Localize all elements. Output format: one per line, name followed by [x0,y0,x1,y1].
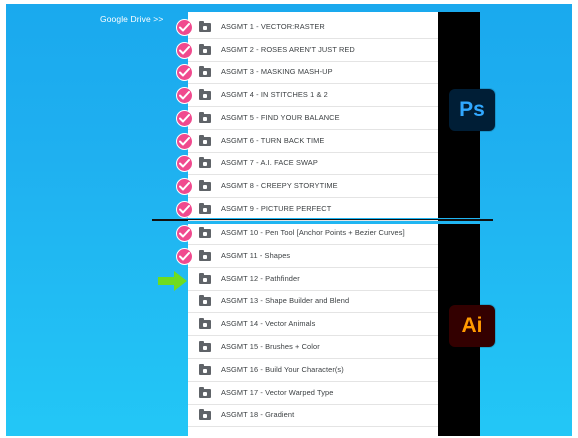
folder-row[interactable]: ASGMT 12 - Pathfinder [188,269,438,291]
folder-row[interactable]: ASGMT 11 - Shapes [188,246,438,268]
folder-row[interactable]: ASGMT 18 - Gradient [188,405,438,428]
folder-row[interactable]: ASGMT 4 - IN STITCHES 1 & 2 [188,85,438,108]
folder-row[interactable]: ASGMT 16 - Build Your Character(s) [188,360,438,382]
shared-folder-icon [199,179,211,191]
folder-row[interactable]: ASGMT 2 - ROSES AREN'T JUST RED [188,40,438,62]
folder-row[interactable]: ASGMT 9 - PICTURE PERFECT [188,199,438,221]
check-icon [176,109,193,127]
folder-name: ASGMT 10 - Pen Tool [Anchor Points + Bez… [221,228,405,237]
folder-row[interactable]: ASGMT 1 - VECTOR:RASTER [188,17,438,39]
shared-folder-icon [199,272,211,284]
folder-name: ASGMT 7 - A.I. FACE SWAP [221,158,318,168]
shared-folder-icon [199,363,211,375]
folder-row[interactable]: ASGMT 5 - FIND YOUR BALANCE [188,108,438,130]
folder-name: ASGMT 9 - PICTURE PERFECT [221,203,332,213]
shared-folder-icon [199,66,211,78]
check-icon [176,87,193,105]
folder-name: ASGMT 14 - Vector Animals [221,319,316,329]
check-icon [176,41,193,59]
shared-folder-icon [199,134,211,146]
check-icon [176,225,193,242]
shared-folder-icon [199,295,211,307]
check-icon [176,132,193,150]
folder-name: ASGMT 3 - MASKING MASH-UP [221,67,333,77]
folder-name: ASGMT 4 - IN STITCHES 1 & 2 [221,90,328,100]
folder-row[interactable]: ASGMT 14 - Vector Animals [188,314,438,337]
folder-row[interactable]: ASGMT 8 - CREEPY STORYTIME [188,176,438,198]
folder-row[interactable]: ASGMT 10 - Pen Tool [Anchor Points + Bez… [188,223,438,245]
folder-name: ASGMT 15 - Brushes + Color [221,342,320,351]
folder-row[interactable]: ASGMT 13 - Shape Builder and Blend [188,291,438,314]
folder-row[interactable]: ASGMT 17 - Vector Warped Type [188,383,438,405]
folder-name: ASGMT 1 - VECTOR:RASTER [221,22,325,31]
folder-name: ASGMT 16 - Build Your Character(s) [221,364,344,374]
shared-folder-icon [199,386,211,398]
check-icon [176,177,193,195]
shared-folder-icon [199,43,211,55]
folder-name: ASGMT 8 - CREEPY STORYTIME [221,180,338,190]
folder-name: ASGMT 12 - Pathfinder [221,273,300,283]
check-icon [176,200,193,218]
folder-row[interactable]: ASGMT 3 - MASKING MASH-UP [188,62,438,85]
folder-name: ASGMT 6 - TURN BACK TIME [221,135,325,145]
shared-folder-icon [199,89,211,101]
folder-row[interactable]: ASGMT 15 - Brushes + Color [188,337,438,359]
folder-name: ASGMT 13 - Shape Builder and Blend [221,296,350,306]
shared-folder-icon [199,318,211,330]
folder-name: ASGMT 18 - Gradient [221,410,295,420]
shared-folder-icon [199,249,211,261]
google-drive-link[interactable]: Google Drive >> [100,14,163,24]
shared-folder-icon [199,157,211,169]
folder-name: ASGMT 11 - Shapes [221,250,291,260]
shared-folder-icon [199,409,211,421]
folder-name: ASGMT 5 - FIND YOUR BALANCE [221,112,340,122]
folder-name: ASGMT 2 - ROSES AREN'T JUST RED [221,44,355,54]
shared-folder-icon [199,341,211,352]
shared-folder-icon [199,227,211,238]
shared-folder-icon [199,21,211,32]
shared-folder-icon [199,202,211,214]
photoshop-icon: Ps [449,89,495,131]
current-assignment-arrow-icon [158,271,187,291]
check-icon [176,19,193,36]
illustrator-icon: Ai [449,305,495,347]
check-icon [176,247,193,265]
shared-folder-icon [199,111,211,123]
folder-row[interactable]: ASGMT 7 - A.I. FACE SWAP [188,153,438,176]
folder-row[interactable]: ASGMT 6 - TURN BACK TIME [188,131,438,153]
slide: Google Drive >> Ps Ai ASGMT 1 - VECTOR:R… [0,0,578,438]
folder-name: ASGMT 17 - Vector Warped Type [221,387,334,397]
